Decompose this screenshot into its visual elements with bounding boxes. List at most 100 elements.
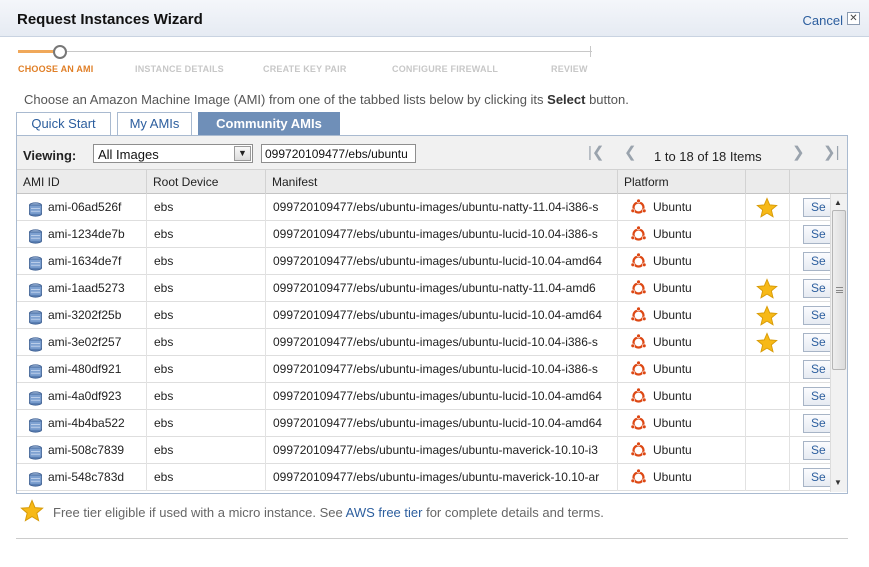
- aws-free-tier-link[interactable]: AWS free tier: [346, 505, 423, 520]
- ubuntu-logo-icon: [630, 468, 647, 486]
- column-header-platform[interactable]: Platform: [618, 170, 746, 194]
- scroll-up-icon[interactable]: ▲: [834, 198, 842, 207]
- step-review: REVIEW: [551, 64, 588, 74]
- table-row[interactable]: ami-1234de7b ebs 099720109477/ebs/ubuntu-i…: [17, 221, 830, 248]
- grid-toolbar: Viewing: All Images ▼ 099720109477/ebs/u…: [17, 136, 847, 170]
- table-row[interactable]: ami-508c7839 ebs 099720109477/ebs/ubuntu-i…: [17, 437, 830, 464]
- root-device: ebs: [147, 194, 266, 221]
- chevron-down-icon[interactable]: ▼: [234, 146, 251, 161]
- free-tier-cell: [746, 275, 790, 302]
- select-button[interactable]: Se: [803, 333, 830, 352]
- footer-divider: [16, 538, 848, 539]
- select-button[interactable]: Se: [803, 468, 830, 487]
- ubuntu-logo-icon: [630, 333, 647, 351]
- platform-cell: Ubuntu: [618, 302, 746, 329]
- scroll-down-icon[interactable]: ▼: [834, 478, 842, 487]
- free-tier-cell: [746, 221, 790, 248]
- tab-quick-start[interactable]: Quick Start: [16, 112, 111, 135]
- select-button[interactable]: Se: [803, 414, 830, 433]
- table-header: AMI ID Root Device Manifest Platform: [17, 170, 847, 194]
- scrollbar-thumb[interactable]: [832, 210, 846, 370]
- table-row[interactable]: ami-06ad526f ebs 099720109477/ebs/ubuntu-i…: [17, 194, 830, 221]
- ami-id-cell: ami-1234de7b: [17, 221, 147, 248]
- star-icon: [756, 197, 778, 218]
- table-row[interactable]: ami-480df921 ebs 099720109477/ebs/ubuntu-i…: [17, 356, 830, 383]
- column-header-select: [790, 170, 847, 194]
- step-choose-ami: CHOOSE AN AMI: [18, 64, 94, 74]
- free-tier-cell: [746, 356, 790, 383]
- platform-cell: Ubuntu: [618, 383, 746, 410]
- ami-id-cell: ami-548c783d: [17, 464, 147, 491]
- select-button[interactable]: Se: [803, 198, 830, 217]
- platform: Ubuntu: [653, 416, 692, 430]
- steps-track-end: [590, 46, 591, 57]
- table-row[interactable]: ami-4a0df923 ebs 099720109477/ebs/ubuntu-i…: [17, 383, 830, 410]
- platform-cell: Ubuntu: [618, 464, 746, 491]
- ami-id-cell: ami-508c7839: [17, 437, 147, 464]
- ami-cylinder-icon: [28, 254, 43, 271]
- table-row[interactable]: ami-548c783d ebs 099720109477/ebs/ubuntu-i…: [17, 464, 830, 491]
- root-device: ebs: [147, 248, 266, 275]
- search-input[interactable]: 099720109477/ebs/ubuntu: [261, 144, 416, 163]
- current-step-marker: [53, 45, 67, 59]
- select-cell: Se: [790, 329, 830, 356]
- vertical-scrollbar[interactable]: ▲ ▼: [830, 194, 847, 492]
- platform-cell: Ubuntu: [618, 356, 746, 383]
- cancel-link[interactable]: Cancel: [803, 13, 843, 28]
- ami-cylinder-icon: [28, 470, 43, 487]
- last-page-icon[interactable]: ❯|: [823, 145, 839, 161]
- table-row[interactable]: ami-3202f25b ebs 099720109477/ebs/ubuntu-i…: [17, 302, 830, 329]
- table-row[interactable]: ami-1aad5273 ebs 099720109477/ebs/ubuntu-i…: [17, 275, 830, 302]
- column-header-root-device[interactable]: Root Device: [147, 170, 266, 194]
- select-cell: Se: [790, 275, 830, 302]
- column-header-ami-id[interactable]: AMI ID: [17, 170, 147, 194]
- free-tier-cell: [746, 329, 790, 356]
- first-page-icon[interactable]: |❮: [588, 145, 604, 161]
- ami-cylinder-icon: [28, 281, 43, 298]
- tab-my-amis[interactable]: My AMIs: [117, 112, 192, 135]
- platform: Ubuntu: [653, 254, 692, 268]
- free-tier-cell: [746, 248, 790, 275]
- tab-community-amis[interactable]: Community AMIs: [198, 112, 340, 135]
- next-page-icon[interactable]: ❯: [792, 145, 805, 161]
- table-row[interactable]: ami-1634de7f ebs 099720109477/ebs/ubuntu-i…: [17, 248, 830, 275]
- manifest: 099720109477/ebs/ubuntu-images/ubuntu-lu…: [266, 329, 618, 356]
- manifest: 099720109477/ebs/ubuntu-images/ubuntu-lu…: [266, 221, 618, 248]
- select-button[interactable]: Se: [803, 441, 830, 460]
- platform: Ubuntu: [653, 443, 692, 457]
- select-cell: Se: [790, 437, 830, 464]
- scrollbar-grip-icon: [836, 287, 843, 293]
- root-device: ebs: [147, 383, 266, 410]
- column-header-manifest[interactable]: Manifest: [266, 170, 618, 194]
- ami-id: ami-3202f25b: [48, 308, 122, 322]
- root-device: ebs: [147, 329, 266, 356]
- ubuntu-logo-icon: [630, 441, 647, 459]
- select-button[interactable]: Se: [803, 252, 830, 271]
- ami-id: ami-1aad5273: [48, 281, 125, 295]
- prev-page-icon[interactable]: ❮: [624, 145, 637, 161]
- table-row[interactable]: ami-3e02f257 ebs 099720109477/ebs/ubuntu-i…: [17, 329, 830, 356]
- free-tier-cell: [746, 410, 790, 437]
- close-icon[interactable]: ✕: [847, 12, 860, 25]
- step-instance-details: INSTANCE DETAILS: [135, 64, 224, 74]
- wizard-steps: CHOOSE AN AMI INSTANCE DETAILS CREATE KE…: [18, 44, 592, 74]
- platform: Ubuntu: [653, 362, 692, 376]
- table-row[interactable]: ami-4b4ba522 ebs 099720109477/ebs/ubuntu-i…: [17, 410, 830, 437]
- ami-id: ami-4b4ba522: [48, 416, 125, 430]
- ubuntu-logo-icon: [630, 279, 647, 297]
- select-cell: Se: [790, 410, 830, 437]
- manifest: 099720109477/ebs/ubuntu-images/ubuntu-ma…: [266, 437, 618, 464]
- root-device: ebs: [147, 275, 266, 302]
- free-tier-text: Free tier eligible if used with a micro …: [53, 505, 604, 520]
- viewing-select[interactable]: All Images ▼: [93, 144, 253, 163]
- platform: Ubuntu: [653, 227, 692, 241]
- ami-cylinder-icon: [28, 308, 43, 325]
- wizard-title: Request Instances Wizard: [17, 11, 203, 28]
- select-button[interactable]: Se: [803, 387, 830, 406]
- ami-id-cell: ami-480df921: [17, 356, 147, 383]
- select-button[interactable]: Se: [803, 225, 830, 244]
- select-button[interactable]: Se: [803, 360, 830, 379]
- select-button[interactable]: Se: [803, 279, 830, 298]
- select-button[interactable]: Se: [803, 306, 830, 325]
- viewing-label: Viewing:: [23, 148, 77, 163]
